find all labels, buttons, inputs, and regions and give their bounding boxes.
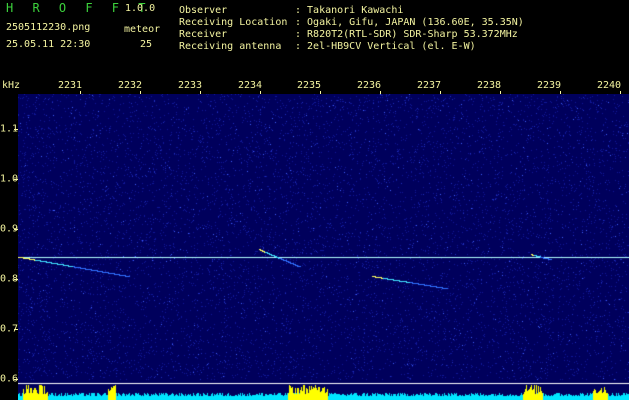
info-value-receiver: : R820T2(RTL-SDR) SDR-Sharp 53.372MHz — [295, 29, 518, 40]
time-tick-label: 2231 — [57, 80, 83, 91]
freq-tick-mark — [14, 379, 18, 380]
info-value-location: : Ogaki, Gifu, JAPAN (136.60E, 35.35N) — [295, 17, 524, 28]
datetime: 25.05.11 22:30 — [6, 39, 91, 50]
time-tick-label: 2236 — [356, 80, 382, 91]
time-tick-label: 2234 — [237, 80, 263, 91]
freq-tick-mark — [14, 179, 18, 180]
frequency-unit-label: kHz — [2, 80, 21, 91]
time-tick-label: 2235 — [296, 80, 322, 91]
app-version: 1.0.0 — [125, 3, 156, 14]
time-tick-label: 2239 — [536, 80, 562, 91]
time-tick-label: 2238 — [476, 80, 502, 91]
meteor-count: 25 — [140, 39, 153, 50]
freq-tick-mark — [14, 129, 18, 130]
spectrogram-canvas — [18, 94, 629, 400]
freq-tick-mark — [14, 329, 18, 330]
time-tick-label: 2233 — [177, 80, 203, 91]
time-tick-label: 2240 — [596, 80, 622, 91]
header-panel: H R O F F T 1.0.0 2505112230.png meteor … — [0, 0, 629, 80]
info-key-location: Receiving Location — [179, 17, 288, 28]
info-key-observer: Observer — [179, 5, 228, 16]
time-tick-label: 2237 — [416, 80, 442, 91]
info-value-antenna: : 2el-HB9CV Vertical (el. E-W) — [295, 41, 476, 52]
info-key-receiver: Receiver — [179, 29, 228, 40]
time-tick-label: 2232 — [117, 80, 143, 91]
meteor-label: meteor — [124, 24, 161, 35]
info-key-antenna: Receiving antenna — [179, 41, 282, 52]
info-value-observer: : Takanori Kawachi — [295, 5, 404, 16]
spectrogram — [18, 94, 629, 400]
image-filename: 2505112230.png — [6, 22, 91, 33]
freq-tick-mark — [14, 229, 18, 230]
freq-tick-mark — [14, 279, 18, 280]
